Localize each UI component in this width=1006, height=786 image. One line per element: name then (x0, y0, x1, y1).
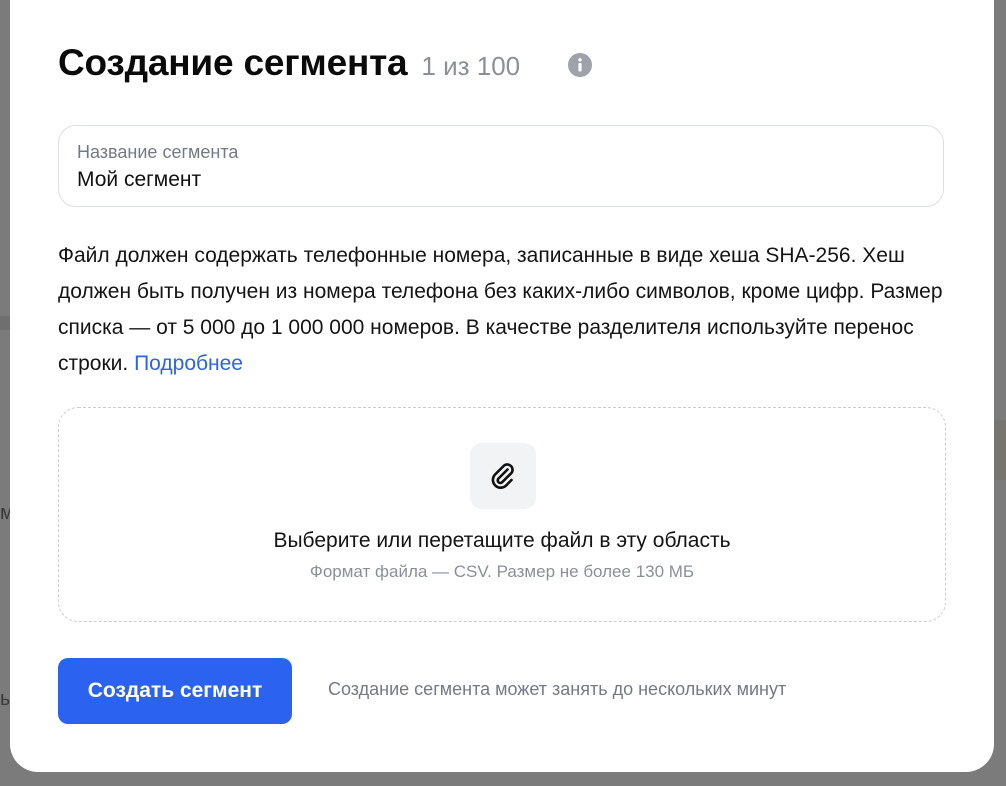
close-button[interactable] (956, 0, 980, 3)
paperclip-icon (491, 463, 514, 489)
background-element (0, 316, 10, 330)
create-segment-button[interactable]: Создать сегмент (58, 658, 292, 724)
segment-name-input[interactable]: Мой сегмент (77, 168, 201, 192)
modal-overlay[interactable]: м ы Создание сегмента 1 из 100 Название … (0, 0, 1006, 786)
modal-title: Создание сегмента (58, 42, 408, 83)
attach-button[interactable] (470, 443, 536, 509)
segment-name-field[interactable]: Название сегмента Мой сегмент (58, 125, 944, 207)
file-requirements-text: Файл должен содержать телефонные номера,… (58, 238, 948, 382)
create-segment-modal (10, 0, 994, 772)
background-element (994, 420, 1006, 480)
dropzone-hint: Формат файла — CSV. Размер не более 130 … (309, 562, 695, 581)
segment-counter: 1 из 100 (421, 51, 521, 81)
info-icon[interactable] (568, 53, 592, 77)
file-dropzone[interactable]: Выберите или перетащите файл в эту облас… (58, 407, 946, 622)
creation-time-note: Создание сегмента может занять до нескол… (328, 679, 787, 699)
learn-more-link[interactable]: Подробнее (134, 352, 243, 375)
modal-header: Создание сегмента 1 из 100 (58, 42, 520, 84)
dropzone-title: Выберите или перетащите файл в эту облас… (273, 529, 731, 552)
close-icon (958, 0, 978, 1)
segment-name-label: Название сегмента (77, 142, 239, 162)
